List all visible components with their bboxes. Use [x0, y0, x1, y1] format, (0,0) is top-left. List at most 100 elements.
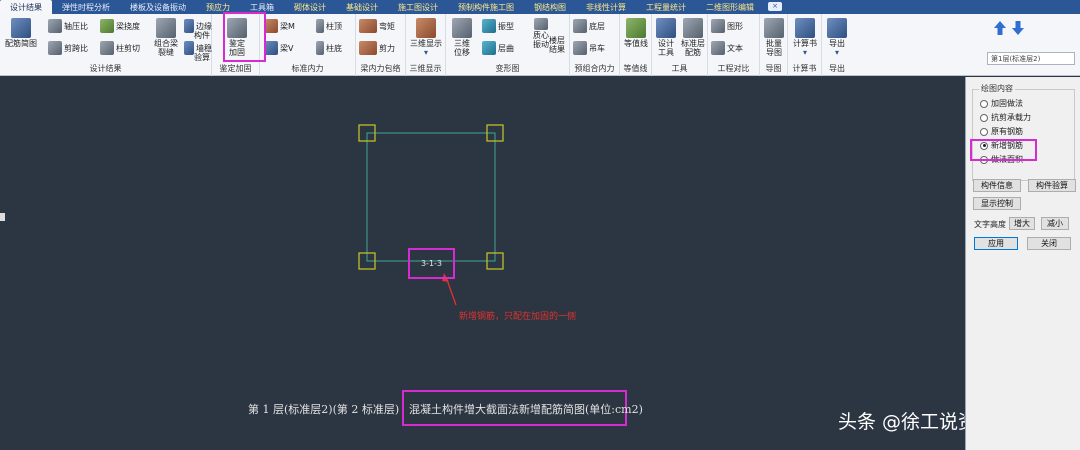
- vibration-icon: [482, 19, 496, 33]
- crane-button[interactable]: 吊车: [573, 41, 605, 55]
- radio-option-0[interactable]: 加固做法: [980, 98, 1023, 109]
- group-std-internal-force: 梁M 梁V 柱顶 柱底 标准内力: [260, 14, 356, 76]
- floor-select[interactable]: 第1层(标准层2): [987, 52, 1075, 65]
- group-calc-book: 计算书 ▾ 计算书: [788, 14, 822, 76]
- view3d-button[interactable]: 三维显示 ▾: [409, 18, 443, 57]
- torsion-icon: [534, 18, 548, 30]
- group-design-results: 配筋简图 轴压比 剪跨比 梁挠度 柱剪切 组合梁 裂缝 边缘 构件 墙稳 验算 …: [0, 14, 212, 76]
- tab-1[interactable]: 弹性时程分析: [52, 0, 120, 14]
- shear-span-icon: [48, 41, 62, 55]
- edge-member-icon: [184, 19, 194, 33]
- text-compare-button[interactable]: 文本: [711, 41, 743, 55]
- beam-deflection-button[interactable]: 梁挠度: [100, 19, 140, 33]
- annotation-text: 新增钢筋，只配在加固的一侧: [459, 312, 577, 322]
- tabbar-close-icon[interactable]: ×: [768, 2, 782, 11]
- beam-v-button[interactable]: 梁V: [264, 41, 293, 55]
- calc-book-button[interactable]: 计算书 ▾: [790, 18, 820, 57]
- beam-v-icon: [264, 41, 278, 55]
- group-export: 导出 ▾ 导出: [822, 14, 852, 76]
- contour-button[interactable]: 等值线: [622, 18, 650, 48]
- display-control-button[interactable]: 显示控制: [973, 197, 1021, 210]
- close-button[interactable]: 关闭: [1027, 237, 1071, 250]
- floor-down-icon[interactable]: [1011, 20, 1025, 36]
- radio-dot-icon: [980, 113, 988, 122]
- group-title-tools: 工具: [671, 64, 688, 73]
- group-beam-envelope: 弯矩 剪力 梁内力包络: [356, 14, 406, 76]
- group-compare: 图形 文本 工程对比: [708, 14, 760, 76]
- tab-6[interactable]: 基础设计: [336, 0, 388, 14]
- view3d-pos-button[interactable]: 三维 位移: [450, 18, 474, 57]
- radio-option-1[interactable]: 抗剪承载力: [980, 112, 1031, 123]
- group-deformation: 三维 位移 振型 层曲 质心 振动 楼层 结果 变形图: [446, 14, 570, 76]
- group-title-beam-envelope: 梁内力包络: [360, 64, 401, 73]
- tab-5[interactable]: 砌体设计: [284, 0, 336, 14]
- member-check-button[interactable]: 构件验算: [1028, 179, 1076, 192]
- tab-2[interactable]: 楼板及设备振动: [120, 0, 196, 14]
- col-base-icon: [316, 41, 324, 55]
- group-tools: 设计 工具 标准层 配筋 工具: [652, 14, 708, 76]
- chevron-down-icon: ▾: [834, 48, 839, 57]
- caption-title: 混凝土构件增大截面法新增配筋简图(单位:cm2): [409, 403, 643, 416]
- rebar-diagram-button[interactable]: 配筋简图: [4, 18, 38, 48]
- floor-up-icon[interactable]: [993, 20, 1007, 36]
- tab-7[interactable]: 施工图设计: [388, 0, 448, 14]
- new-rebar-highlight-box: [970, 139, 1037, 161]
- floor-navigator: 第1层(标准层2): [965, 14, 1080, 76]
- tab-0[interactable]: 设计结果: [0, 0, 52, 14]
- design-tool-button[interactable]: 设计 工具: [654, 18, 678, 57]
- shear-span-button[interactable]: 剪跨比: [48, 41, 88, 55]
- tab-10[interactable]: 非线性计算: [576, 0, 636, 14]
- drawing-canvas[interactable]: 3-1-3 新增钢筋，只配在加固的一侧 第 1 层(标准层2)(第 2 标准层)…: [0, 77, 996, 450]
- increase-button[interactable]: 增大: [1009, 217, 1035, 230]
- col-top-icon: [316, 19, 324, 33]
- tab-8[interactable]: 预制构件施工图: [448, 0, 524, 14]
- radio-label: 原有钢筋: [991, 127, 1023, 136]
- text-icon: [711, 41, 725, 55]
- group-title-contour: 等值线: [623, 64, 648, 73]
- tab-9[interactable]: 钢结构图: [524, 0, 576, 14]
- shear-button[interactable]: 剪力: [359, 41, 395, 55]
- group-contour: 等值线 等值线: [620, 14, 652, 76]
- std-layer-rebar-icon: [683, 18, 703, 38]
- canvas-edge-marker: [0, 213, 5, 221]
- bending-button[interactable]: 弯矩: [359, 19, 395, 33]
- vibration-button[interactable]: 振型: [482, 19, 514, 33]
- base-button[interactable]: 底层: [573, 19, 605, 33]
- shape-icon: [711, 19, 725, 33]
- tab-12[interactable]: 二维图形编辑: [696, 0, 764, 14]
- column-shear-icon: [100, 41, 114, 55]
- group-title-compare: 工程对比: [717, 64, 750, 73]
- bending-icon: [359, 19, 377, 33]
- combined-beam-button[interactable]: 组合梁 裂缝: [152, 18, 180, 57]
- column-shear-button[interactable]: 柱剪切: [100, 41, 140, 55]
- std-layer-rebar-button[interactable]: 标准层 配筋: [680, 18, 706, 57]
- radio-dot-icon: [980, 99, 988, 108]
- side-panel: 绘图内容 加固做法 抗剪承载力 原有钢筋 新增钢筋 做法面积 构件信息 构件验算 显示控…: [965, 77, 1080, 450]
- calc-book-icon: [795, 18, 815, 38]
- text-height-label: 文字高度: [974, 220, 1006, 229]
- beam-m-button[interactable]: 梁M: [264, 19, 295, 33]
- member-label: 构件: [194, 31, 210, 40]
- col-base-button[interactable]: 柱底: [316, 41, 342, 55]
- decrease-button[interactable]: 减小: [1041, 217, 1069, 230]
- col-top-button[interactable]: 柱顶: [316, 19, 342, 33]
- floor-curve-button[interactable]: 层曲: [482, 41, 514, 55]
- floor-result-button[interactable]: 楼层 结果: [546, 36, 568, 54]
- export-icon: [827, 18, 847, 38]
- group-export-drawing: 批量 导图 导图: [760, 14, 788, 76]
- shape-compare-button[interactable]: 图形: [711, 19, 743, 33]
- group-title-deformation: 变形图: [495, 64, 520, 73]
- tab-11[interactable]: 工程量统计: [636, 0, 696, 14]
- group-title-calc-book: 计算书: [792, 64, 817, 73]
- export-button[interactable]: 导出 ▾: [824, 18, 850, 57]
- batch-export-icon: [764, 18, 784, 38]
- batch-export-button[interactable]: 批量 导图: [762, 18, 786, 57]
- apply-button[interactable]: 应用: [974, 237, 1018, 250]
- contour-icon: [626, 18, 646, 38]
- axial-ratio-button[interactable]: 轴压比: [48, 19, 88, 33]
- rebar-diagram-icon: [11, 18, 31, 38]
- member-info-button[interactable]: 构件信息: [973, 179, 1021, 192]
- beam-deflection-icon: [100, 19, 114, 33]
- caption-prefix: 第 1 层(标准层2)(第 2 标准层): [248, 403, 400, 416]
- radio-option-2[interactable]: 原有钢筋: [980, 126, 1023, 137]
